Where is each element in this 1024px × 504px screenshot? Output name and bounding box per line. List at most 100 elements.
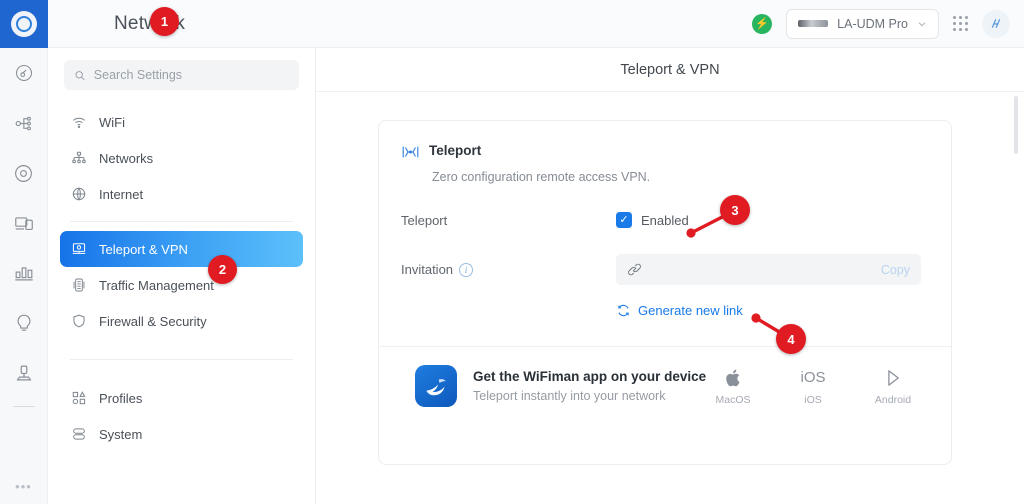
sidebar-divider — [70, 359, 293, 360]
unifi-logo-disc — [10, 11, 37, 37]
device-name: LA-UDM Pro — [837, 16, 908, 31]
icon-rail: ••• — [0, 0, 48, 504]
teleport-card-title: Teleport — [429, 143, 482, 158]
app-grid-icon[interactable] — [953, 16, 968, 31]
sidebar-item-label: Firewall & Security — [99, 313, 207, 329]
rail-item-topology[interactable] — [0, 98, 48, 148]
teleport-row-label: Teleport — [401, 213, 616, 228]
copy-button[interactable]: Copy — [881, 263, 910, 277]
sidebar-item-internet[interactable]: Internet — [60, 176, 303, 212]
annotation-badge-number: 2 — [218, 262, 227, 277]
statistics-icon — [14, 267, 33, 281]
info-icon[interactable]: i — [459, 262, 474, 277]
settings-icon — [15, 365, 32, 381]
ios-glyph-text: iOS — [800, 369, 826, 386]
search-icon — [75, 70, 85, 80]
unifi-logo[interactable] — [0, 0, 48, 48]
annotation-badge-2: 2 — [208, 255, 237, 284]
networks-icon — [70, 150, 87, 166]
sidebar-item-profiles[interactable]: Profiles — [60, 380, 303, 416]
store-label: MacOS — [715, 393, 751, 406]
sidebar-item-firewall-security[interactable]: Firewall & Security — [60, 303, 303, 339]
wifiman-promo-subtitle: Teleport instantly into your network — [473, 389, 666, 403]
invitation-label-text: Invitation — [401, 262, 454, 277]
generate-new-link-button[interactable]: Generate new link — [616, 303, 929, 318]
refresh-icon — [618, 304, 629, 317]
rail-item-clients[interactable] — [0, 198, 48, 248]
sidebar-item-wifi[interactable]: WiFi — [60, 104, 303, 140]
apple-icon — [707, 367, 759, 389]
topology-icon — [15, 116, 31, 130]
settings-sidebar: WiFi Networks — [48, 0, 357, 504]
sidebar-item-label: Networks — [99, 150, 154, 166]
link-icon — [628, 263, 641, 276]
generate-new-link-label: Generate new link — [638, 303, 743, 318]
sidebar-item-networks[interactable]: Networks — [60, 140, 303, 176]
teleport-enabled-checkbox[interactable]: ✓ — [616, 212, 632, 228]
rail-item-settings[interactable] — [0, 348, 48, 398]
rail-item-statistics[interactable] — [0, 248, 48, 298]
rail-item-dashboard[interactable] — [0, 48, 48, 98]
page-heading: Teleport & VPN — [316, 48, 1024, 92]
store-link-android[interactable]: Android — [867, 367, 919, 406]
dashboard-icon — [15, 64, 32, 82]
rail-divider — [12, 406, 35, 407]
sidebar-item-label: Internet — [99, 186, 144, 202]
ios-icon: iOS — [787, 367, 839, 389]
avatar-glyph-icon — [991, 19, 1000, 28]
store-label: iOS — [804, 393, 822, 406]
teleport-icon — [401, 144, 420, 165]
wifiman-glyph-icon — [425, 379, 446, 396]
search-input[interactable] — [93, 68, 289, 82]
sidebar-item-label: Traffic Management — [99, 277, 214, 293]
play-icon — [867, 367, 919, 389]
wifiman-promo-title: Get the WiFiman app on your device — [473, 369, 707, 384]
annotation-badge-number: 1 — [160, 14, 169, 29]
annotation-badge-4: 4 — [776, 324, 806, 354]
teleport-enable-row: Teleport ✓ Enabled — [401, 212, 929, 228]
sidebar-item-label: Profiles — [99, 390, 143, 406]
sidebar-item-label: System — [99, 426, 143, 442]
teleport-vpn-icon — [70, 241, 87, 257]
system-icon — [70, 426, 87, 442]
power-bolt-icon[interactable]: ⚡ — [752, 13, 773, 34]
avatar[interactable] — [982, 9, 1010, 38]
store-link-macos[interactable]: MacOS — [707, 367, 759, 406]
annotation-badge-number: 3 — [731, 202, 739, 218]
teleport-enabled-control[interactable]: ✓ Enabled — [616, 212, 689, 228]
main-scrollbar[interactable] — [1014, 96, 1018, 154]
sidebar-divider — [70, 221, 293, 222]
firewall-security-icon — [70, 313, 87, 329]
sidebar-item-label: Teleport & VPN — [99, 241, 188, 257]
rail-item-devices[interactable] — [0, 148, 48, 198]
sidebar-item-system[interactable]: System — [60, 416, 303, 452]
search-settings-box[interactable] — [64, 60, 299, 90]
insights-icon — [16, 314, 31, 331]
rail-item-insights[interactable] — [0, 298, 48, 348]
wifiman-app-icon[interactable] — [415, 365, 457, 407]
sidebar-item-teleport-vpn[interactable]: Teleport & VPN — [60, 231, 303, 267]
teleport-enabled-label: Enabled — [641, 212, 689, 228]
teleport-label-text: Teleport — [401, 212, 448, 228]
profiles-icon — [70, 390, 87, 406]
wifiman-promo-text: Get the WiFiman app on your device Telep… — [473, 369, 706, 403]
traffic-management-icon — [70, 277, 87, 293]
store-link-ios[interactable]: iOS iOS — [787, 367, 839, 406]
devices-icon — [15, 164, 32, 182]
wifiman-promo: Get the WiFiman app on your device Telep… — [401, 347, 929, 407]
search-settings-wrap — [48, 48, 315, 98]
teleport-card: Teleport Zero configuration remote acces… — [378, 120, 952, 465]
store-links: MacOS iOS iOS Android — [707, 367, 929, 406]
device-selector[interactable]: LA-UDM Pro — [786, 8, 939, 39]
invitation-field[interactable]: Copy — [616, 254, 921, 285]
sidebar-item-traffic-management[interactable]: Traffic Management — [60, 267, 303, 303]
annotation-badge-1: 1 — [150, 7, 179, 36]
rail-more-button[interactable]: ••• — [15, 479, 32, 494]
teleport-card-subtitle: Zero configuration remote access VPN. — [432, 170, 651, 184]
teleport-card-header: Teleport — [401, 143, 929, 165]
annotation-badge-number: 4 — [787, 331, 795, 347]
invitation-row-label: Invitation i — [401, 262, 616, 277]
store-label: Android — [874, 393, 912, 406]
top-bar: Network ⚡ LA-UDM Pro — [48, 0, 1024, 48]
sidebar-item-label: WiFi — [99, 114, 125, 130]
